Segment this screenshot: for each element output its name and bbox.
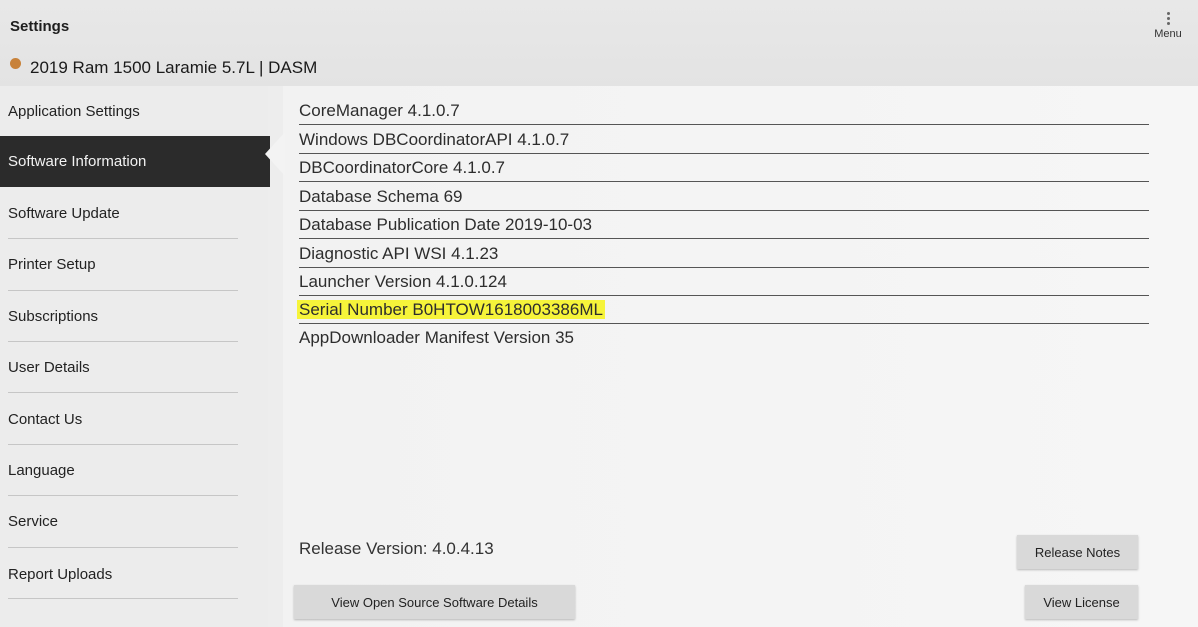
sidebar-item-contact-us[interactable]: Contact Us [0, 394, 240, 445]
vehicle-label: 2019 Ram 1500 Laramie 5.7L | DASM [10, 57, 318, 78]
active-tab-pointer [265, 132, 285, 176]
sidebar-item-report-uploads[interactable]: Report Uploads [0, 549, 240, 600]
sidebar-item-service[interactable]: Service [0, 496, 240, 547]
info-row-diagnostic-api: Diagnostic API WSI 4.1.23 [299, 241, 1149, 268]
sidebar-item-software-update[interactable]: Software Update [0, 188, 240, 239]
kebab-menu-icon [1148, 12, 1188, 25]
sidebar-item-subscriptions[interactable]: Subscriptions [0, 291, 240, 342]
software-information-panel: CoreManager 4.1.0.7 Windows DBCoordinato… [283, 86, 1198, 627]
sidebar-item-software-information[interactable]: Software Information [0, 136, 270, 187]
sidebar-item-label: User Details [8, 359, 90, 376]
sidebar-item-user-details[interactable]: User Details [0, 342, 240, 393]
menu-label: Menu [1154, 28, 1182, 40]
sidebar-item-label: Report Uploads [8, 566, 113, 583]
info-row-database-schema: Database Schema 69 [299, 184, 1149, 211]
sidebar-item-label: Service [8, 513, 59, 530]
info-row-serial-number: Serial Number B0HTOW1618003386ML [297, 297, 1149, 324]
divider [8, 547, 238, 548]
info-row-publication-date: Database Publication Date 2019-10-03 [299, 212, 1149, 239]
vehicle-name: 2019 Ram 1500 Laramie 5.7L | DASM [30, 58, 318, 77]
page-title: Settings [10, 18, 70, 35]
serial-number-highlight: Serial Number B0HTOW1618003386ML [297, 300, 605, 319]
release-version: Release Version: 4.0.4.13 [299, 539, 494, 558]
view-open-source-button[interactable]: View Open Source Software Details [294, 585, 575, 619]
sidebar-item-label: Application Settings [8, 103, 140, 120]
settings-sidebar: Application Settings Software Informatio… [0, 86, 270, 627]
sidebar-item-label: Contact Us [8, 411, 83, 428]
vehicle-status-icon [10, 57, 21, 69]
info-row-appdownloader: AppDownloader Manifest Version 35 [299, 328, 574, 347]
sidebar-item-printer-setup[interactable]: Printer Setup [0, 239, 240, 290]
sidebar-item-application-settings[interactable]: Application Settings [0, 86, 240, 137]
sidebar-item-language[interactable]: Language [0, 445, 240, 496]
info-row-dbcoordinator-core: DBCoordinatorCore 4.1.0.7 [299, 155, 1149, 182]
app-header: Settings 2019 Ram 1500 Laramie 5.7L | DA… [0, 0, 1198, 86]
release-notes-button[interactable]: Release Notes [1017, 535, 1138, 569]
info-row-dbcoordinator-api: Windows DBCoordinatorAPI 4.1.0.7 [299, 127, 1149, 154]
sidebar-item-label: Printer Setup [8, 256, 96, 273]
sidebar-item-label: Software Information [8, 153, 147, 170]
sidebar-item-label: Language [8, 462, 75, 479]
info-row-coremanager: CoreManager 4.1.0.7 [299, 98, 1149, 125]
sidebar-item-label: Software Update [8, 205, 120, 222]
view-license-button[interactable]: View License [1025, 585, 1138, 619]
menu-button[interactable]: Menu [1148, 12, 1188, 40]
sidebar-item-label: Subscriptions [8, 308, 99, 325]
info-row-launcher-version: Launcher Version 4.1.0.124 [299, 269, 1149, 296]
